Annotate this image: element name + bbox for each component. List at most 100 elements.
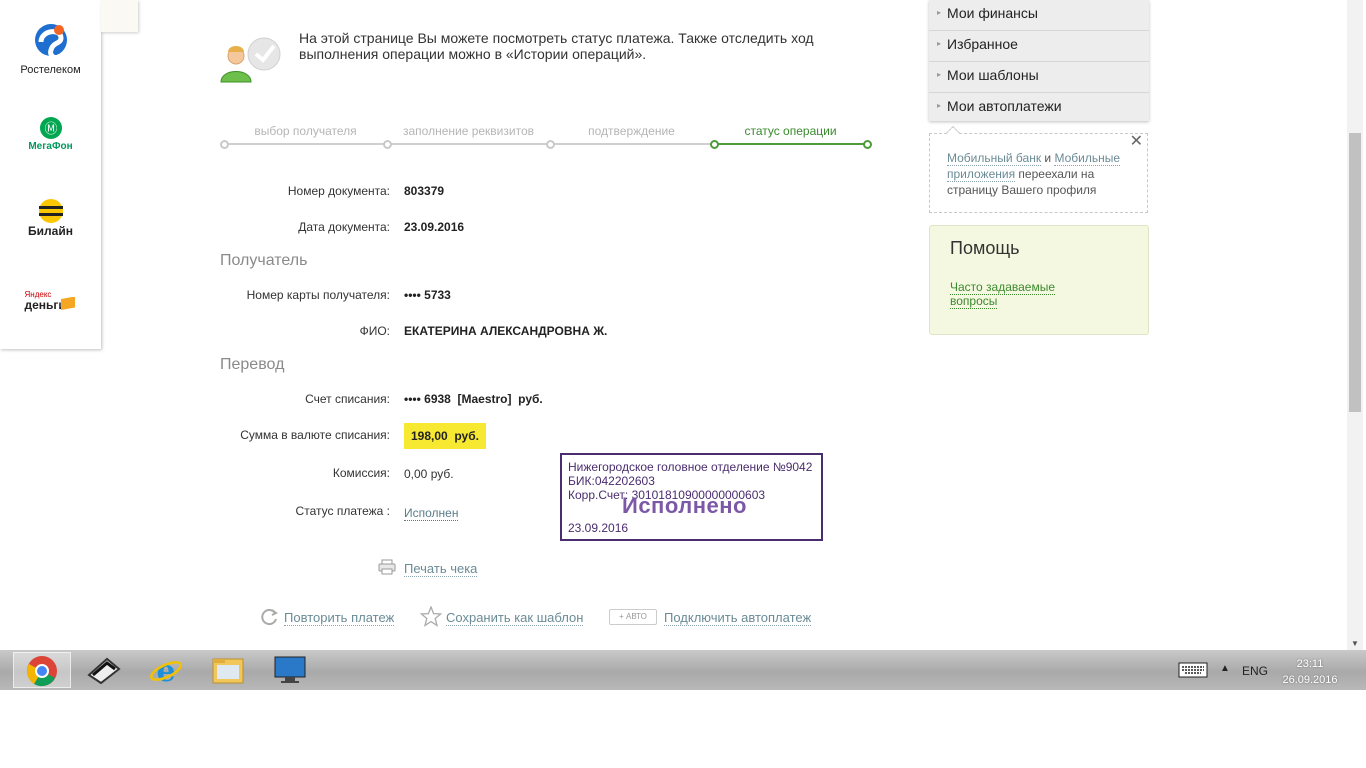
autopay-link[interactable]: Подключить автоплатеж (664, 610, 812, 626)
chevron-right-icon: ▸ (937, 101, 942, 110)
step-dot-active (710, 140, 719, 149)
beeline-logo-icon (38, 199, 63, 223)
notice-conj: и (1041, 151, 1055, 165)
chevron-right-icon: ▸ (937, 70, 942, 79)
chevron-right-icon: ▸ (937, 39, 942, 48)
mobile-bank-link[interactable]: Мобильный банк (947, 151, 1042, 166)
partner-label: Билайн (28, 224, 73, 238)
scroll-down-arrow-icon[interactable]: ▼ (1347, 639, 1363, 648)
partner-beeline[interactable]: Билайн (0, 198, 101, 238)
bank-stamp: Нижегородское головное отделение №9042 Б… (560, 453, 823, 541)
user-status-icon (220, 37, 281, 83)
stamp-branch: Нижегородское головное отделение №9042 (568, 460, 813, 474)
partner-yandex-money[interactable]: Яндекс деньги (0, 290, 101, 316)
save-template-link[interactable]: Сохранить как шаблон (446, 610, 584, 626)
fee-value: 0,00 руб. (404, 467, 454, 481)
folder-icon (212, 658, 244, 684)
account-label: Счет списания: (305, 392, 390, 406)
partner-label: Ростелеком (20, 64, 81, 76)
menu-label: Избранное (947, 36, 1018, 52)
browser-viewport: Ростелеком Ⓜ МегаФон Билайн Яндекс деньг… (0, 0, 1366, 650)
taskbar-chrome[interactable] (13, 652, 71, 688)
svg-text:e: e (156, 654, 175, 686)
scroll-thumb[interactable] (1349, 133, 1361, 412)
menu-my-templates[interactable]: ▸ Мои шаблоны (929, 62, 1149, 93)
menu-my-finances[interactable]: ▸ Мои финансы (929, 0, 1149, 31)
windows-taskbar: e ▲ ENG 23:11 26.09.2016 (0, 650, 1366, 690)
doc-number-value: 803379 (404, 184, 445, 198)
right-menu: ▸ Мои финансы ▸ Избранное ▸ Мои шаблоны … (929, 0, 1149, 121)
tray-time: 23:11 (1296, 658, 1324, 670)
tray-expand-icon[interactable]: ▲ (1220, 663, 1230, 674)
stamp-bik: БИК:042202603 (568, 474, 655, 488)
menu-my-autopayments[interactable]: ▸ Мои автоплатежи (929, 93, 1149, 124)
tray-clock[interactable]: 23:11 26.09.2016 (1280, 656, 1340, 688)
step-select-recipient: выбор получателя (254, 124, 357, 138)
recipient-card-value: •••• 5733 (404, 288, 451, 302)
faq-link-wrap: Часто задаваемые вопросы (950, 280, 1080, 309)
menu-label: Мои финансы (947, 5, 1038, 21)
print-receipt-link[interactable]: Печать чека (404, 561, 478, 577)
notice-arrow (945, 125, 961, 141)
yandex-wallet-icon (60, 297, 75, 310)
step-dot-active (863, 140, 872, 149)
faq-link[interactable]: Часто задаваемые вопросы (950, 280, 1056, 309)
account-value: •••• 6938 [Maestro] руб. (404, 392, 543, 406)
fee-label: Комиссия: (332, 466, 390, 480)
step-dot (546, 140, 555, 149)
menu-label: Мои шаблоны (947, 67, 1039, 83)
step-operation-status: статус операции (744, 124, 837, 138)
partner-rostelecom[interactable]: Ростелеком (0, 20, 101, 76)
star-icon[interactable] (420, 606, 442, 627)
svg-text:Ⓜ: Ⓜ (44, 122, 57, 137)
intro-text: На этой странице Вы можете посмотреть ст… (299, 30, 814, 62)
monitor-icon (274, 656, 306, 683)
doc-date-value: 23.09.2016 (404, 220, 465, 234)
doc-date-label: Дата документа: (298, 220, 390, 234)
tray-language[interactable]: ENG (1242, 664, 1268, 678)
section-transfer: Перевод (220, 356, 285, 373)
status-label: Статус платежа : (295, 504, 390, 518)
step-dot (220, 140, 229, 149)
partner-label: МегаФон (28, 141, 73, 152)
close-icon[interactable]: ✕ (1130, 134, 1143, 150)
progress-steps: выбор получателя заполнение реквизитов п… (220, 122, 872, 152)
taskbar-scanner[interactable] (75, 652, 133, 688)
step-dot (383, 140, 392, 149)
step-line-active (714, 143, 868, 145)
tray-date: 26.09.2016 (1282, 674, 1338, 686)
rostelecom-logo-icon (34, 24, 67, 61)
menu-label: Мои автоплатежи (947, 98, 1062, 114)
stamp-status: Исполнено (622, 493, 747, 518)
recipient-name-label: ФИО: (359, 324, 390, 338)
amount-value: 198,00 руб. (404, 423, 486, 449)
repeat-icon[interactable] (259, 607, 279, 627)
megafon-logo-icon: Ⓜ (39, 117, 62, 139)
repeat-payment-link[interactable]: Повторить платеж (284, 610, 395, 626)
taskbar-ie[interactable]: e (137, 652, 195, 688)
recipient-name-value: ЕКАТЕРИНА АЛЕКСАНДРОВНА Ж. (404, 324, 608, 338)
taskbar-explorer[interactable] (199, 652, 257, 688)
printer-icon[interactable] (378, 559, 396, 575)
recipient-card-label: Номер карты получателя: (246, 288, 390, 302)
vertical-scrollbar[interactable]: ▼ (1347, 0, 1363, 650)
menu-favorites[interactable]: ▸ Избранное (929, 31, 1149, 62)
chevron-right-icon: ▸ (937, 8, 942, 17)
taskbar-lenovo[interactable] (261, 652, 319, 688)
top-tab (101, 0, 138, 32)
blank-area (0, 690, 1366, 768)
help-title: Помощь (950, 238, 1020, 258)
partners-panel: Ростелеком Ⓜ МегаФон Билайн Яндекс деньг… (0, 0, 101, 349)
keyboard-icon[interactable] (1178, 662, 1208, 678)
stamp-date: 23.09.2016 (568, 521, 629, 535)
chrome-icon (27, 656, 57, 687)
step-confirm: подтверждение (588, 124, 675, 138)
doc-number-label: Номер документа: (287, 184, 390, 198)
auto-badge-icon[interactable]: + АВТО (609, 609, 657, 625)
step-line-inactive (224, 143, 714, 145)
partner-megafon[interactable]: Ⓜ МегаФон (0, 115, 101, 152)
amount-label: Сумма в валюте списания: (240, 428, 390, 442)
status-value-link[interactable]: Исполнен (404, 506, 459, 521)
mobile-bank-notice: ✕ Мобильный банк и Мобильные приложения … (929, 125, 1148, 213)
internet-explorer-icon: e (150, 654, 182, 686)
